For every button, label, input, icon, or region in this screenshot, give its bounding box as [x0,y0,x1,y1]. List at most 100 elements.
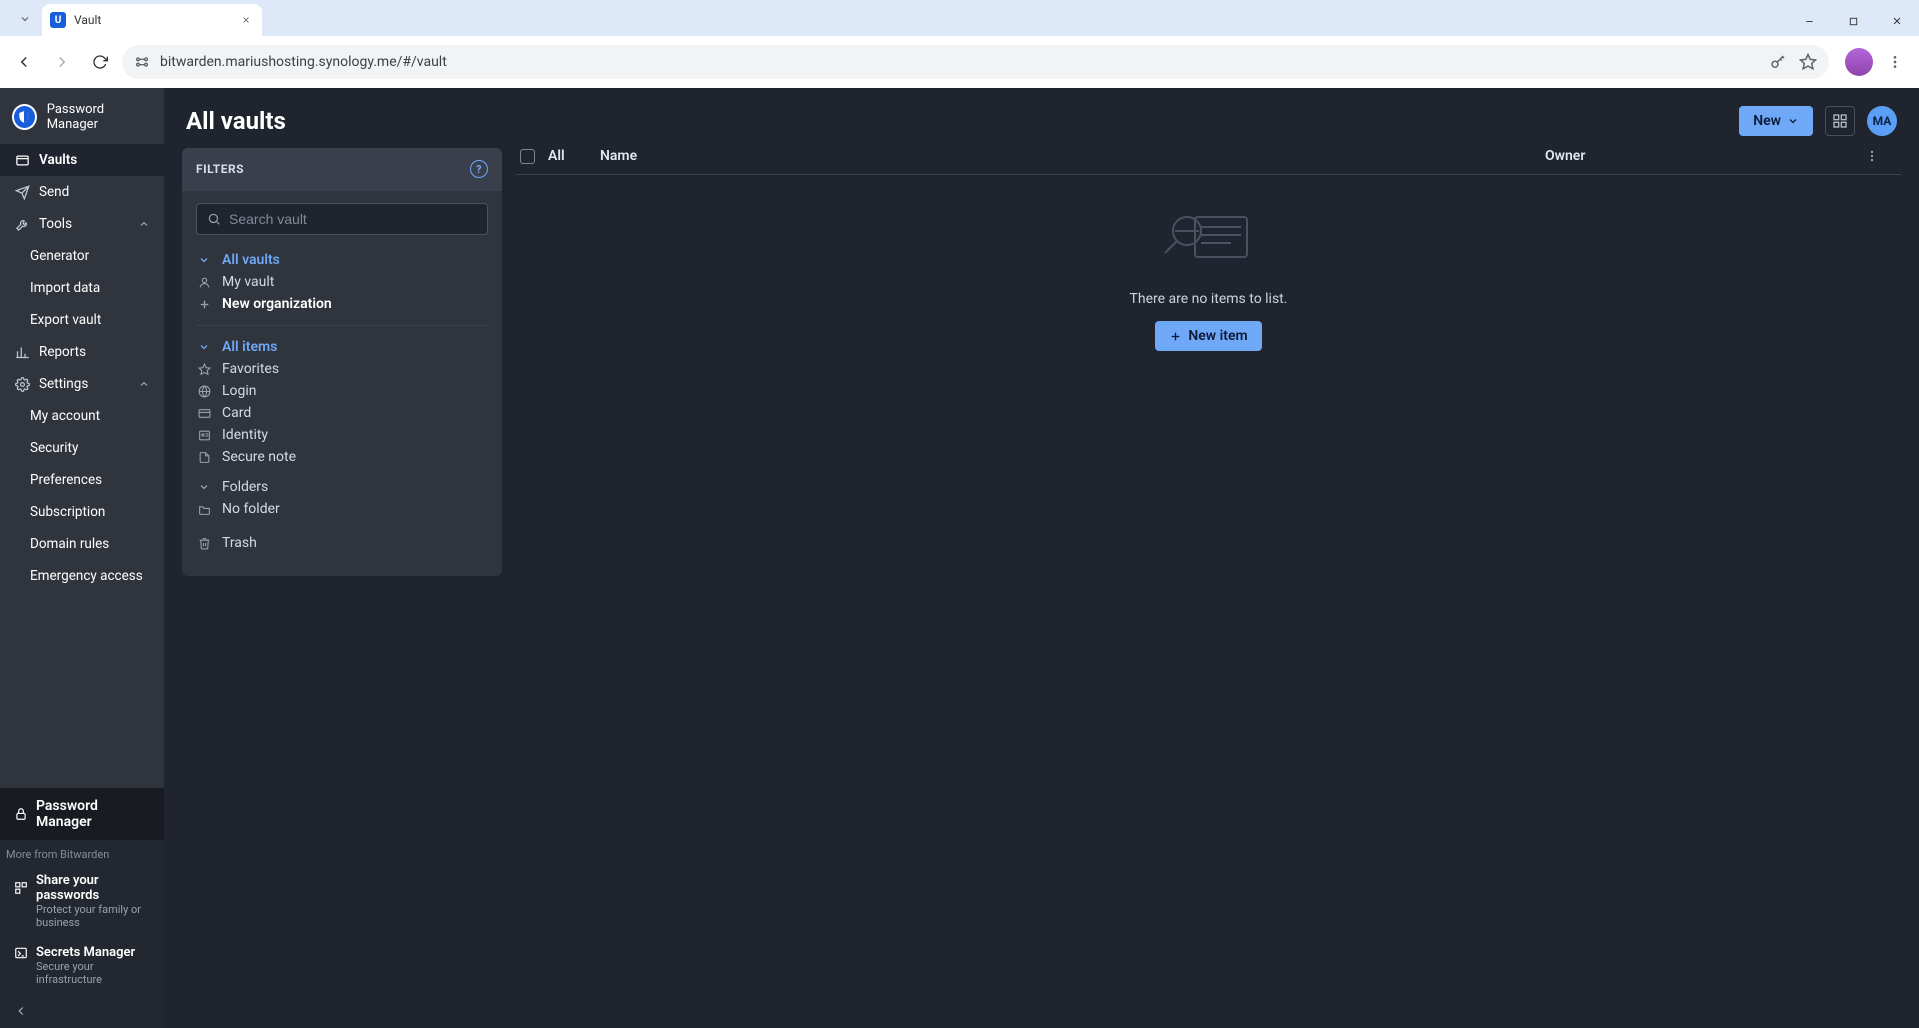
column-name[interactable]: Name [600,148,1545,164]
grid-toggle-button[interactable] [1825,106,1855,136]
filter-all-items[interactable]: All items [196,336,488,358]
search-input[interactable] [229,211,477,227]
product-password-manager[interactable]: Password Manager [0,788,164,840]
filter-all-vaults[interactable]: All vaults [196,249,488,271]
filter-label: Card [222,405,251,421]
url-text: bitwarden.mariushosting.synology.me/#/va… [160,54,1759,70]
filter-label: All vaults [222,252,280,268]
filter-label: Login [222,383,257,399]
nav-reload[interactable] [84,46,116,78]
sidebar-sub-export-vault[interactable]: Export vault [0,304,164,336]
sidebar-sub-security[interactable]: Security [0,432,164,464]
settings-icon [14,376,30,392]
favicon-icon: U [50,12,66,28]
sidebar-sub-domain-rules[interactable]: Domain rules [0,528,164,560]
sidebar-item-reports[interactable]: Reports [0,336,164,368]
bookmark-star-icon[interactable] [1799,53,1817,71]
browser-tab[interactable]: U Vault [42,4,262,36]
new-item-button[interactable]: New item [1155,321,1261,351]
search-icon [207,212,221,226]
filter-label: All items [222,339,277,355]
user-avatar[interactable]: MA [1867,106,1897,136]
filter-new-organization[interactable]: New organization [196,293,488,315]
select-all-checkbox[interactable] [520,149,548,164]
card-icon [196,405,212,421]
sidebar-item-label: Vaults [39,152,150,168]
chevron-down-icon [1787,115,1799,127]
avatar-initials: MA [1873,114,1892,128]
sidebar-sub-subscription[interactable]: Subscription [0,496,164,528]
lock-icon [14,807,28,821]
window-maximize[interactable] [1831,6,1875,36]
filter-secure-note[interactable]: Secure note [196,446,488,468]
product-label: Password Manager [36,798,150,830]
password-key-icon[interactable] [1769,53,1787,71]
sidebar-item-vaults[interactable]: Vaults [0,144,164,176]
chevron-down-icon [196,252,212,268]
sidebar-sub-label: Security [30,440,78,456]
chevron-down-icon [196,339,212,355]
sidebar-sub-label: Domain rules [30,536,109,552]
filter-no-folder[interactable]: No folder [196,498,488,520]
sidebar-sub-label: Import data [30,280,100,296]
filter-label: No folder [222,501,280,517]
help-icon[interactable]: ? [470,160,488,178]
user-icon [196,274,212,290]
sidebar-collapse[interactable] [0,994,164,1028]
sidebar-item-settings[interactable]: Settings [0,368,164,400]
product-secrets-manager[interactable]: Secrets Manager Secure your infrastructu… [0,937,164,994]
sidebar-item-label: Reports [39,344,150,360]
sidebar-item-tools[interactable]: Tools [0,208,164,240]
filter-folders[interactable]: Folders [196,476,488,498]
filter-favorites[interactable]: Favorites [196,358,488,380]
window-close[interactable] [1875,6,1919,36]
chevron-up-icon [138,218,150,230]
sidebar-sub-emergency-access[interactable]: Emergency access [0,560,164,592]
sidebar-item-label: Tools [39,216,129,232]
sidebar-sub-label: Emergency access [30,568,143,584]
new-button-label: New [1753,113,1781,129]
close-tab-icon[interactable] [238,12,254,28]
filter-label: Favorites [222,361,279,377]
filter-label: My vault [222,274,274,290]
sidebar-sub-preferences[interactable]: Preferences [0,464,164,496]
note-icon [196,449,212,465]
chrome-profile-avatar[interactable] [1845,48,1873,76]
address-bar[interactable]: bitwarden.mariushosting.synology.me/#/va… [122,45,1829,79]
column-all[interactable]: All [548,148,600,164]
sidebar-sub-import-data[interactable]: Import data [0,272,164,304]
table-more-menu[interactable] [1865,149,1893,163]
site-settings-icon[interactable] [134,54,150,70]
nav-back[interactable] [8,46,40,78]
new-item-label: New item [1188,328,1247,344]
product-share-passwords[interactable]: Share your passwords Protect your family… [0,865,164,937]
sidebar-item-label: Settings [39,376,129,392]
sidebar-sub-label: Generator [30,248,89,264]
product-subtitle: Protect your family or business [14,903,150,929]
folder-icon [196,501,212,517]
nav-forward[interactable] [46,46,78,78]
product-title: Secrets Manager [36,945,135,960]
search-vault[interactable] [196,203,488,235]
page-title: All vaults [186,107,286,135]
column-owner[interactable]: Owner [1545,148,1865,164]
chrome-menu[interactable] [1879,46,1911,78]
sidebar-sub-my-account[interactable]: My account [0,400,164,432]
sidebar-sub-label: Preferences [30,472,102,488]
star-icon [196,361,212,377]
globe-icon [196,383,212,399]
filter-login[interactable]: Login [196,380,488,402]
send-icon [14,184,30,200]
new-button[interactable]: New [1739,106,1813,136]
tab-dropdown[interactable] [12,6,38,32]
filter-trash[interactable]: Trash [196,532,488,554]
sidebar-sub-generator[interactable]: Generator [0,240,164,272]
filter-my-vault[interactable]: My vault [196,271,488,293]
empty-state: There are no items to list. New item [516,175,1901,351]
sidebar-sub-label: Export vault [30,312,101,328]
sidebar-item-send[interactable]: Send [0,176,164,208]
filter-card[interactable]: Card [196,402,488,424]
more-from-label: More from Bitwarden [0,840,164,865]
filter-identity[interactable]: Identity [196,424,488,446]
window-minimize[interactable] [1787,6,1831,36]
